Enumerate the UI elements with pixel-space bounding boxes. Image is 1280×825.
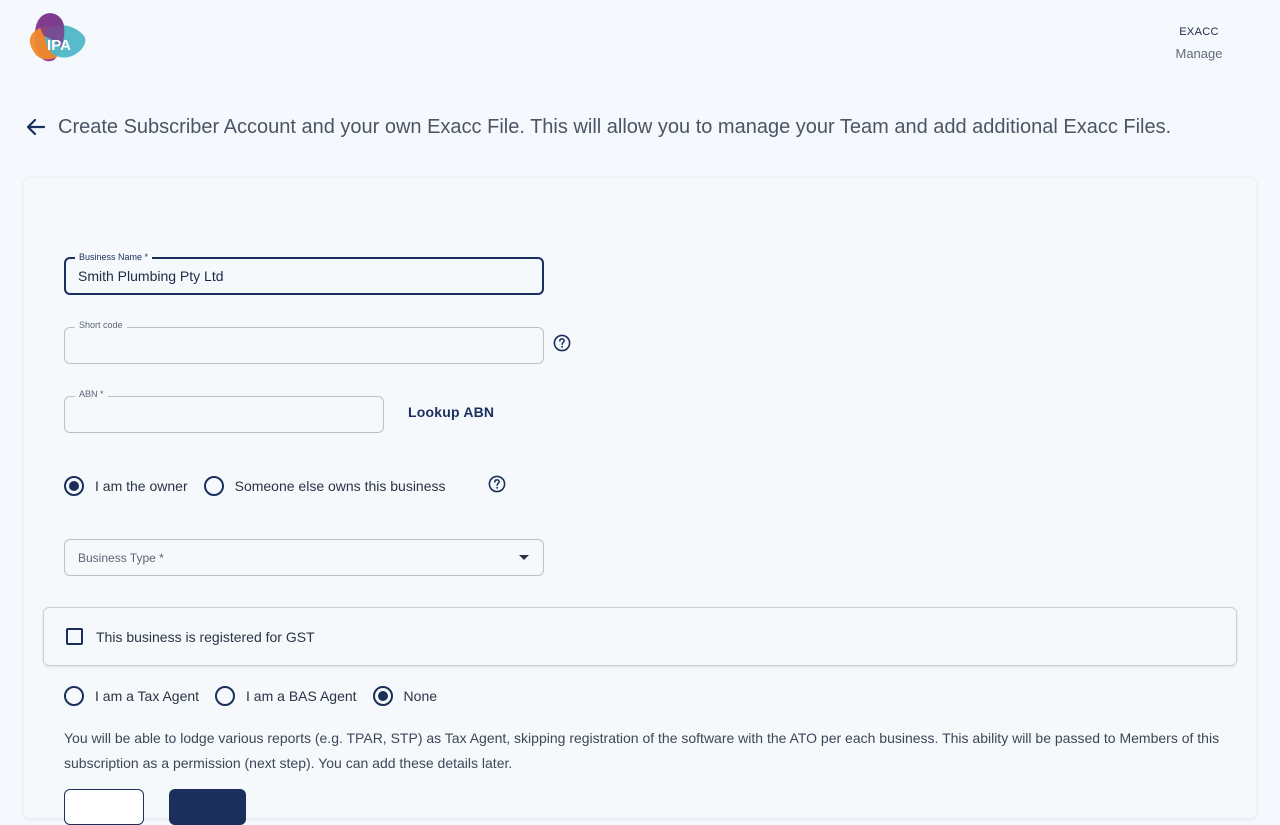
back-arrow-icon[interactable]: [24, 115, 48, 139]
someone-else-radio-label: Someone else owns this business: [234, 478, 446, 494]
short-code-input[interactable]: [78, 328, 530, 363]
caret-down-icon: [519, 555, 529, 560]
org-switcher: EXACC Manage: [1160, 26, 1238, 61]
ownership-radio-group: I am the owner Someone else owns this bu…: [64, 475, 462, 497]
business-name-field[interactable]: Business Name *: [64, 252, 544, 295]
bas-agent-radio-label: I am a BAS Agent: [246, 688, 357, 704]
manage-link[interactable]: Manage: [1160, 46, 1238, 61]
abn-input[interactable]: [78, 397, 370, 432]
abn-field[interactable]: ABN *: [64, 389, 384, 433]
gst-checkbox[interactable]: [66, 628, 83, 645]
short-code-field[interactable]: Short code: [64, 320, 544, 364]
business-type-select[interactable]: Business Type *: [64, 539, 544, 576]
none-radio-label: None: [403, 688, 438, 704]
primary-button[interactable]: [169, 789, 246, 825]
secondary-button[interactable]: [64, 789, 144, 825]
none-radio[interactable]: [372, 686, 393, 706]
page-header: Create Subscriber Account and your own E…: [24, 112, 1264, 142]
ipa-logo[interactable]: IPA: [28, 12, 88, 64]
gst-checkbox-label: This business is registered for GST: [96, 628, 315, 645]
form-card: Business Name * Short code ABN * Lookup …: [24, 178, 1256, 825]
org-name: EXACC: [1179, 26, 1219, 38]
owner-radio-label: I am the owner: [95, 478, 188, 494]
tax-agent-radio-label: I am a Tax Agent: [95, 688, 200, 704]
business-type-placeholder: Business Type *: [78, 551, 164, 565]
agent-info-text: You will be able to lodge various report…: [64, 730, 1220, 771]
gst-section: This business is registered for GST: [43, 607, 1237, 666]
short-code-help-icon[interactable]: [553, 334, 571, 352]
owner-radio[interactable]: [64, 476, 84, 496]
ownership-help-icon[interactable]: [488, 475, 506, 493]
top-bar: IPA EXACC Manage: [0, 0, 1280, 90]
business-name-input[interactable]: [78, 259, 528, 293]
someone-else-radio[interactable]: [203, 476, 224, 496]
agent-radio-group: I am a Tax Agent I am a BAS Agent None: [64, 685, 453, 707]
bas-agent-radio[interactable]: [215, 686, 236, 706]
page-title: Create Subscriber Account and your own E…: [58, 115, 1172, 138]
tax-agent-radio[interactable]: [64, 686, 84, 706]
logo-text: IPA: [47, 37, 71, 54]
lookup-abn-button[interactable]: Lookup ABN: [408, 404, 494, 420]
